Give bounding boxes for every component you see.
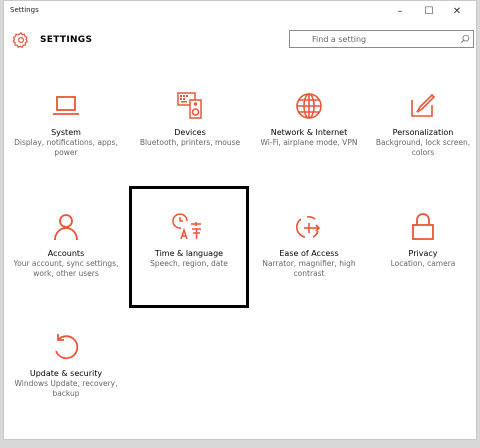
tile-description: Background, lock screen, colors [375, 138, 471, 157]
tile-description: Narrator, magnifier, high contrast [262, 259, 356, 278]
refresh-icon [55, 334, 79, 360]
tile-description: Windows Update, recovery, backup [14, 379, 118, 398]
search-box[interactable] [289, 30, 474, 48]
maximize-button[interactable]: ☐ [418, 4, 440, 20]
tile-devices[interactable]: Devices Bluetooth, printers, mouse [132, 88, 248, 148]
tile-system[interactable]: System Display, notifications, apps, pow… [8, 88, 124, 157]
tile-update-security[interactable]: Update & security Windows Update, recove… [8, 329, 124, 398]
tile-personalization[interactable]: Personalization Background, lock screen,… [365, 88, 480, 157]
tile-label: Time & language [154, 249, 224, 258]
search-input[interactable] [290, 31, 450, 47]
person-icon [54, 214, 78, 241]
tile-label: System [51, 128, 81, 137]
app-name: Settings [10, 6, 39, 14]
settings-window: Settings – ☐ ✕ SETTINGS System [3, 0, 477, 440]
clock-language-icon [172, 213, 201, 240]
tile-description: Location, camera [390, 259, 456, 268]
tile-time-language[interactable]: Time & language Speech, region, date [131, 209, 247, 269]
tile-description: Speech, region, date [150, 259, 228, 268]
title-bar[interactable]: Settings – ☐ ✕ [4, 1, 476, 27]
ease-of-access-icon [296, 216, 321, 238]
tile-accounts[interactable]: Accounts Your account, sync settings, wo… [8, 209, 124, 278]
keyboard-speaker-icon [177, 92, 202, 119]
search-icon[interactable] [460, 34, 470, 44]
tile-description: Bluetooth, printers, mouse [139, 138, 241, 147]
tile-label: Ease of Access [279, 249, 339, 258]
gear-icon [12, 32, 29, 49]
tile-label: Privacy [408, 249, 438, 258]
lock-icon [412, 213, 434, 240]
globe-icon [296, 93, 322, 119]
tile-network-internet[interactable]: Network & Internet Wi-Fi, airplane mode,… [251, 88, 367, 148]
page-title: SETTINGS [40, 35, 93, 45]
close-button[interactable]: ✕ [446, 4, 468, 20]
tile-ease-of-access[interactable]: Ease of Access Narrator, magnifier, high… [251, 209, 367, 278]
tile-label: Update & security [29, 369, 103, 378]
settings-header: SETTINGS [4, 29, 476, 53]
tile-label: Accounts [47, 249, 85, 258]
minimize-button[interactable]: – [389, 4, 411, 20]
paintbrush-icon [411, 93, 436, 117]
tile-label: Network & Internet [270, 128, 348, 137]
tile-description: Your account, sync settings, work, other… [13, 259, 119, 278]
tile-description: Wi-Fi, airplane mode, VPN [260, 138, 358, 147]
tile-label: Devices [174, 128, 206, 137]
tile-label: Personalization [392, 128, 454, 137]
tile-privacy[interactable]: Privacy Location, camera [365, 209, 480, 269]
laptop-icon [53, 96, 79, 115]
tile-description: Display, notifications, apps, power [14, 138, 118, 157]
